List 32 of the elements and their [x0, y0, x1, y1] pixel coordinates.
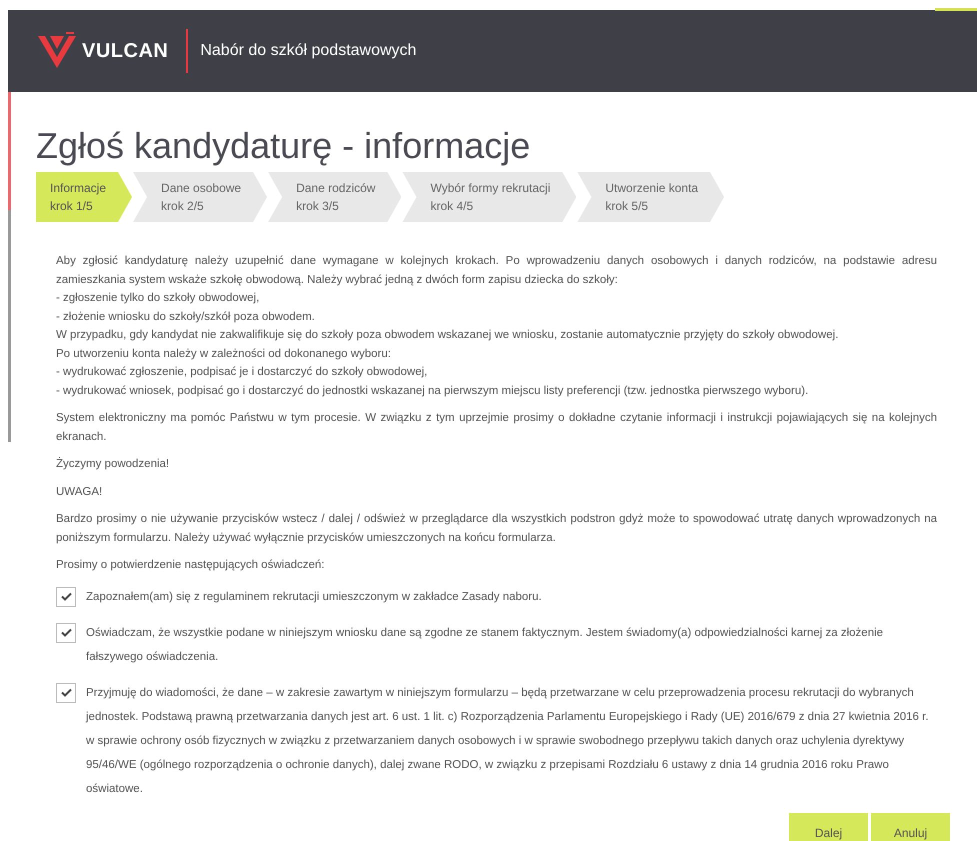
- step-tab[interactable]: Informacje krok 1/5: [36, 172, 132, 222]
- step-tab[interactable]: Dane rodziców krok 3/5: [268, 172, 402, 222]
- info-text: - zgłoszenie tylko do szkoły obwodowej,: [56, 291, 260, 306]
- step-tab[interactable]: Utworzenie konta krok 5/5: [577, 172, 724, 222]
- page-title: Zgłoś kandydaturę - informacje: [36, 124, 532, 168]
- info-text: W przypadku, gdy kandydat nie zakwalifikuje się do szkoły poza obwodem wskazanej we wniosku, zostanie automatycznie przyjęty do szkoły obwodowej.: [56, 328, 840, 343]
- checkbox[interactable]: [56, 586, 76, 606]
- info-text: Bardzo prosimy o nie używanie przycisków wstecz / dalej / odśwież w przeglądarce dla wszystkich podstron gdyż może to spowodować utratę danych wprowadzonych na poniższym formularzu. Należy używać wyłącznie przycisków umieszczonych na końcu formularza.: [56, 512, 937, 546]
- app-title: Nabór do szkół podstawowych: [200, 42, 416, 60]
- info-text: - złożenie wniosku do szkoły/szkół poza obwodem.: [56, 310, 316, 324]
- check-icon: [60, 592, 72, 601]
- step-tab[interactable]: Wybór formy rekrutacji krok 4/5: [402, 172, 576, 222]
- info-text: System elektroniczny ma pomóc Państwu w tym procesie. W związku z tym uprzejmie prosimy o dokładne czytanie informacji i instrukcji pojawiających się na kolejnych ekranach.: [56, 411, 937, 444]
- checkbox[interactable]: [56, 622, 76, 642]
- logo-text: VULCAN: [82, 40, 168, 62]
- info-text: - wydrukować wniosek, podpisać go i dostarczyć do jednostki wskazanej na pierwszym miejscu listy preferencji (tzw. jednostka pierwszego wyboru).: [56, 384, 810, 398]
- checkbox[interactable]: [56, 682, 76, 702]
- declaration-text: Oświadczam, że wszystkie podane w niniejszym wniosku dane są zgodne ze stanem faktycznym. Jestem świadomy(a) odpowiedzialności karnej za złożenie fałszywego oświadczenia.: [86, 626, 884, 664]
- declaration-text: Przyjmuję do wiadomości, że dane – w zakresie zawartym w niniejszym formularzu – będą przetwarzane w celu przeprowadzenia procesu rekrutacji do wybranych jednostek. Podstawą prawną przetwarzania danych jest art. 6 ust. 1 lit. c) Rozporządzenia Parlamentu Europejskiego i Rady (UE) 2016/679 z dnia 27 kwietnia 2016 r. w sprawie ochrony osób fizycznych w związku z przetwarzaniem danych osobowych i w sprawie swobodnego przepływu takich danych oraz uchylenia dyrektywy 95/46/WE (ogólnego rozporządzenia o ochronie danych), dalej zwane RODO, w związku z przepisami Rozdziału 6 ustawy z dnia 14 grudnia 2016 roku Prawo oświatowe.: [86, 686, 930, 796]
- action-button[interactable]: Anuluj: [871, 812, 950, 841]
- info-text: Aby zgłosić kandydaturę należy uzupełnić dane wymagane w kolejnych krokach. Po wprowadzeniu danych osobowych i danych rodziców, na podstawie adresu zamieszkania system wskaże szkołę obwodową. Należy wybrać jedną z dwóch form zapisu dziecka do szkoły:: [56, 254, 937, 288]
- declaration-text: Zapoznałem(am) się z regulaminem rekrutacji umieszczonym w zakładce Zasady naboru.: [86, 590, 543, 604]
- step-tab[interactable]: Dane osobowe krok 2/5: [133, 172, 268, 222]
- check-icon: [60, 628, 72, 637]
- action-button[interactable]: Dalej: [789, 812, 868, 841]
- info-text: UWAGA!: [56, 484, 104, 500]
- check-icon: [60, 688, 72, 697]
- logo-icon: [36, 32, 78, 70]
- info-text: Po utworzeniu konta należy w zależności od dokonanego wyboru:: [56, 346, 392, 362]
- info-text: - wydrukować zgłoszenie, podpisać je i dostarczyć do szkoły obwodowej,: [56, 365, 428, 380]
- info-text: Życzymy powodzenia!: [56, 456, 170, 472]
- info-text: Prosimy o potwierdzenie następujących oświadczeń:: [56, 558, 326, 573]
